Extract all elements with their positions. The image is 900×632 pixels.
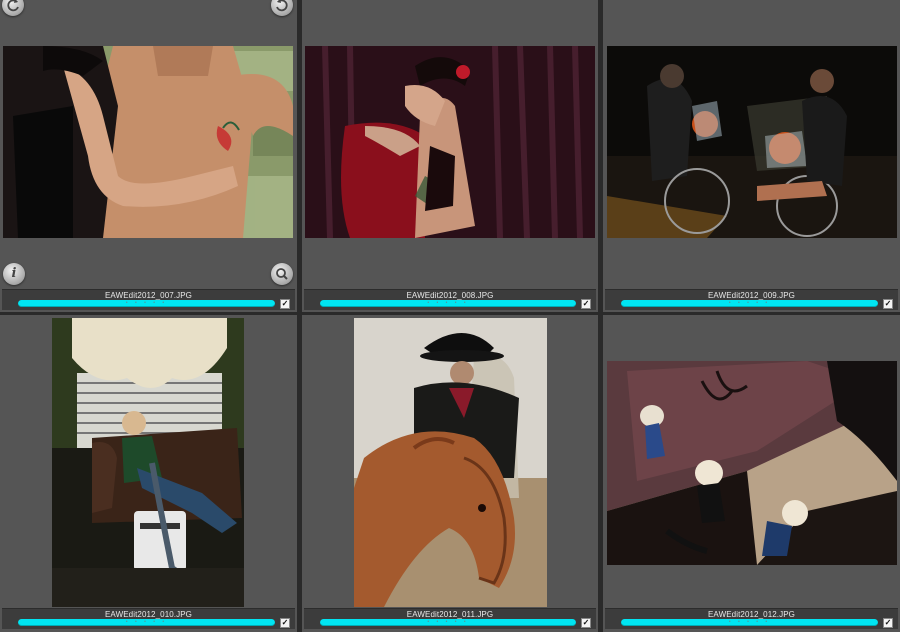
rotate-right-icon[interactable] (271, 0, 293, 16)
thumbnail-filename: EAWEdit2012_008.JPG (406, 291, 494, 300)
rating-dots: • • • • • (728, 300, 771, 306)
rating-bar[interactable]: • • • • • (621, 300, 878, 307)
thumbnail-filename: EAWEdit2012_009.JPG (708, 291, 795, 300)
select-checkbox[interactable]: ✓ (883, 299, 893, 309)
thumbnail-infobar: EAWEdit2012_009.JPG • • • • • ✓ (605, 289, 898, 310)
thumbnail-cell[interactable]: EAWEdit2012_008.JPG • • • • • ✓ (302, 0, 598, 312)
photo-wheelchair-basketball[interactable] (607, 46, 897, 238)
thumbnail-infobar: EAWEdit2012_007.JPG • • • • • ✓ (2, 289, 295, 310)
rating-dots: • • • • • (427, 300, 469, 306)
select-checkbox[interactable]: ✓ (280, 299, 290, 309)
magnifier-icon[interactable] (271, 263, 293, 285)
photo-boy-couch[interactable] (52, 318, 244, 607)
rating-dots: • • • • • (125, 619, 168, 625)
thumbnail-filename: EAWEdit2012_007.JPG (105, 291, 192, 300)
thumbnail-cell[interactable]: EAWEdit2012_009.JPG • • • • • ✓ (603, 0, 900, 312)
rating-bar[interactable]: • • • • • (18, 619, 275, 626)
rating-bar[interactable]: • • • • • (320, 619, 576, 626)
rotate-left-icon[interactable] (2, 0, 24, 16)
select-checkbox[interactable]: ✓ (280, 618, 290, 628)
select-checkbox[interactable]: ✓ (883, 618, 893, 628)
thumbnail-filename: EAWEdit2012_011.JPG (406, 610, 494, 619)
thumbnail-filename: EAWEdit2012_012.JPG (708, 610, 795, 619)
thumbnail-cell[interactable]: EAWEdit2012_012.JPG • • • • • ✓ (603, 315, 900, 632)
photo-couple-money[interactable] (3, 46, 293, 238)
rating-bar[interactable]: • • • • • (621, 619, 878, 626)
rating-bar[interactable]: • • • • • (18, 300, 275, 307)
thumbnail-cell[interactable]: EAWEdit2012_011.JPG • • • • • ✓ (302, 315, 598, 632)
rating-dots: • • • • • (427, 619, 469, 625)
thumbnail-filename: EAWEdit2012_010.JPG (105, 610, 192, 619)
photo-cowboys-overhead[interactable] (607, 361, 897, 565)
select-checkbox[interactable]: ✓ (581, 618, 591, 628)
thumbnail-infobar: EAWEdit2012_011.JPG • • • • • ✓ (304, 608, 596, 629)
thumbnail-cell[interactable]: EAWEdit2012_010.JPG • • • • • ✓ (0, 315, 297, 632)
photo-cowboy-horse[interactable] (354, 318, 547, 607)
rating-dots: • • • • • (728, 619, 771, 625)
info-icon[interactable]: i (3, 263, 25, 285)
thumbnail-infobar: EAWEdit2012_010.JPG • • • • • ✓ (2, 608, 295, 629)
thumbnail-cell[interactable]: i EAWEdit2012_007.JPG • • • • • ✓ (0, 0, 297, 312)
photo-woman-curtain[interactable] (305, 46, 595, 238)
rating-dots: • • • • • (125, 300, 168, 306)
rating-bar[interactable]: • • • • • (320, 300, 576, 307)
thumbnail-infobar: EAWEdit2012_012.JPG • • • • • ✓ (605, 608, 898, 629)
select-checkbox[interactable]: ✓ (581, 299, 591, 309)
thumbnail-infobar: EAWEdit2012_008.JPG • • • • • ✓ (304, 289, 596, 310)
